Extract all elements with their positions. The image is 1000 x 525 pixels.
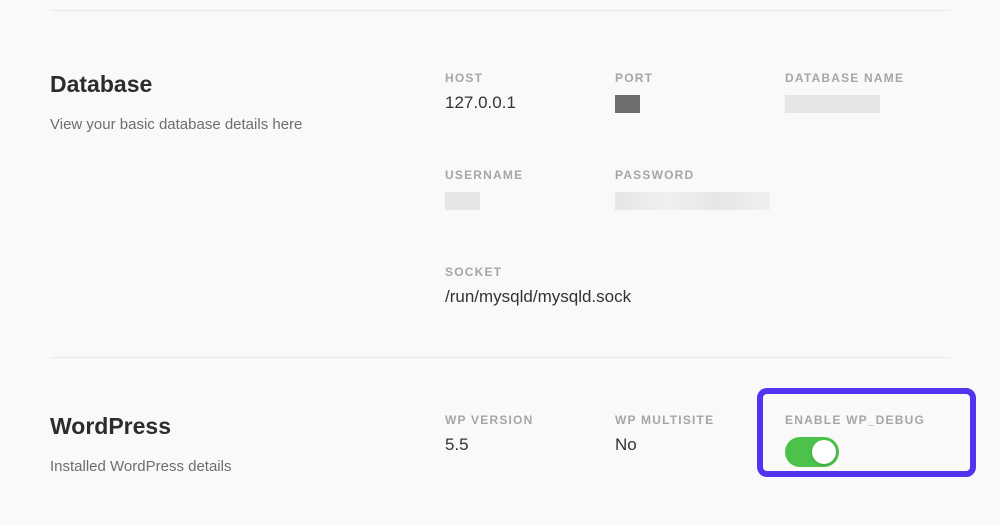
spacer-field: [785, 168, 955, 210]
database-title: Database: [50, 71, 445, 98]
host-field: HOST 127.0.0.1: [445, 71, 615, 113]
socket-field: SOCKET /run/mysqld/mysqld.sock: [445, 265, 955, 307]
database-name-field: DATABASE NAME: [785, 71, 955, 113]
wordpress-section: WordPress Installed WordPress details WP…: [50, 358, 950, 525]
wp-version-value: 5.5: [445, 435, 615, 455]
port-value: [615, 93, 785, 113]
host-value: 127.0.0.1: [445, 93, 615, 113]
socket-label: SOCKET: [445, 265, 955, 279]
database-section: Database View your basic database detail…: [50, 11, 950, 357]
wp-multisite-label: WP MULTISITE: [615, 413, 785, 427]
wordpress-subtitle: Installed WordPress details: [50, 458, 445, 475]
password-label: PASSWORD: [615, 168, 785, 182]
wp-debug-toggle[interactable]: [785, 437, 839, 467]
socket-value: /run/mysqld/mysqld.sock: [445, 287, 955, 307]
wp-version-field: WP VERSION 5.5: [445, 413, 615, 475]
host-label: HOST: [445, 71, 615, 85]
wp-version-label: WP VERSION: [445, 413, 615, 427]
password-value: [615, 190, 785, 210]
username-label: USERNAME: [445, 168, 615, 182]
enable-wp-debug-label: ENABLE WP_DEBUG: [785, 413, 955, 427]
database-name-label: DATABASE NAME: [785, 71, 955, 85]
port-field: PORT: [615, 71, 785, 113]
database-subtitle: View your basic database details here: [50, 116, 445, 133]
username-field: USERNAME: [445, 168, 615, 210]
port-label: PORT: [615, 71, 785, 85]
password-field: PASSWORD: [615, 168, 785, 210]
database-name-value: [785, 93, 955, 113]
wordpress-title: WordPress: [50, 413, 445, 440]
enable-wp-debug-field: ENABLE WP_DEBUG: [785, 413, 955, 475]
username-value: [445, 190, 615, 210]
toggle-knob: [812, 440, 836, 464]
wp-multisite-value: No: [615, 435, 785, 455]
wp-multisite-field: WP MULTISITE No: [615, 413, 785, 475]
